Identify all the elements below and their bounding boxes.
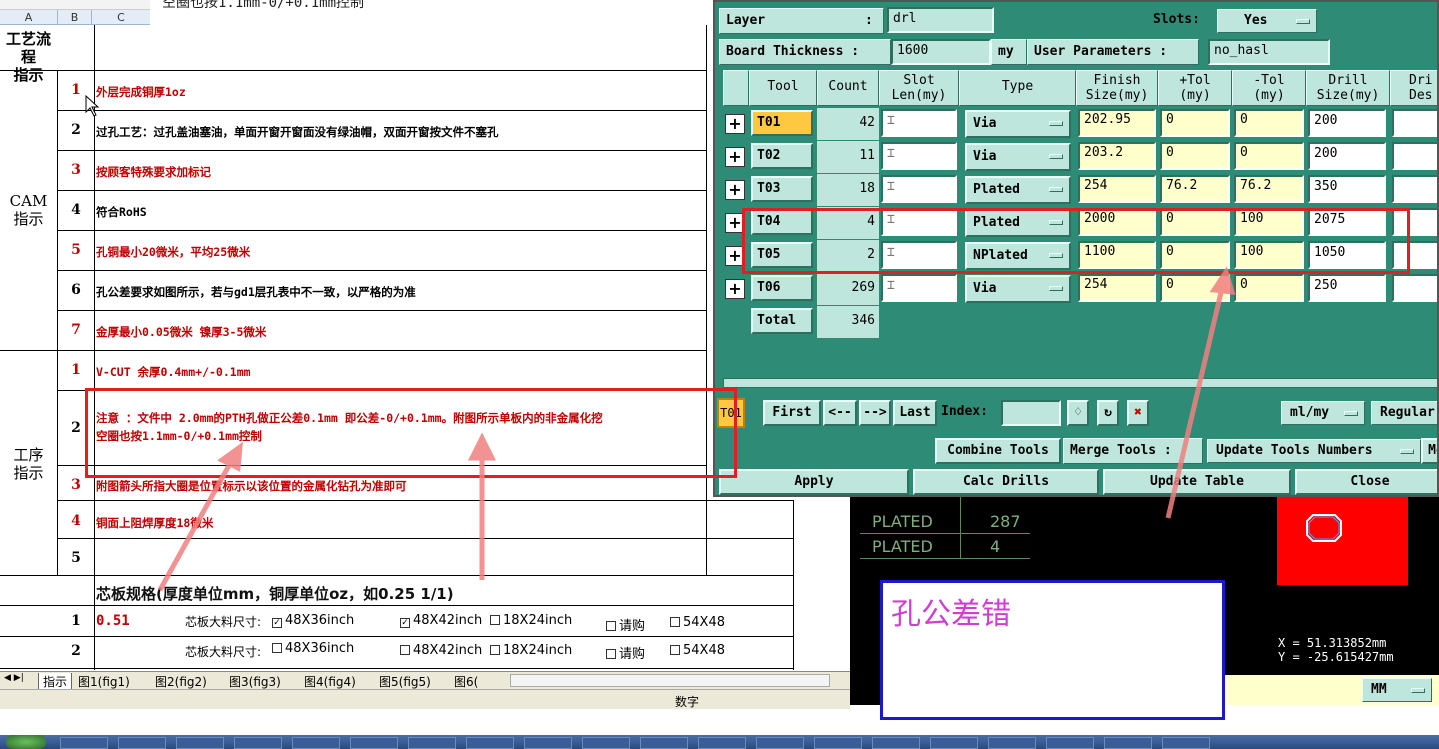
arrow-head-icon <box>217 441 244 472</box>
taskbar-app[interactable] <box>292 737 340 749</box>
taskbar-app[interactable] <box>350 737 398 749</box>
taskbar-app[interactable] <box>524 737 572 749</box>
taskbar <box>0 735 1439 749</box>
taskbar-app[interactable] <box>640 737 688 749</box>
taskbar-app[interactable] <box>1162 737 1210 749</box>
taskbar-app[interactable] <box>60 737 108 749</box>
taskbar-app[interactable] <box>1046 737 1094 749</box>
arrow-line <box>157 458 235 592</box>
start-button[interactable] <box>6 735 46 749</box>
arrow-line <box>1165 287 1225 519</box>
annotation-arrows <box>85 94 1236 592</box>
arrow-head-icon <box>1209 266 1236 295</box>
taskbar-app[interactable] <box>814 737 862 749</box>
taskbar-app[interactable] <box>698 737 746 749</box>
mouse-cursor-icon <box>85 94 100 117</box>
taskbar-app[interactable] <box>466 737 514 749</box>
taskbar-app[interactable] <box>756 737 804 749</box>
arrow-head-icon <box>467 432 497 461</box>
taskbar-app[interactable] <box>930 737 978 749</box>
taskbar-app[interactable] <box>988 737 1036 749</box>
taskbar-app[interactable] <box>408 737 456 749</box>
taskbar-app[interactable] <box>872 737 920 749</box>
taskbar-app[interactable] <box>582 737 630 749</box>
taskbar-app[interactable] <box>1104 737 1152 749</box>
taskbar-app[interactable] <box>234 737 282 749</box>
taskbar-app[interactable] <box>118 737 166 749</box>
taskbar-app[interactable] <box>176 737 224 749</box>
